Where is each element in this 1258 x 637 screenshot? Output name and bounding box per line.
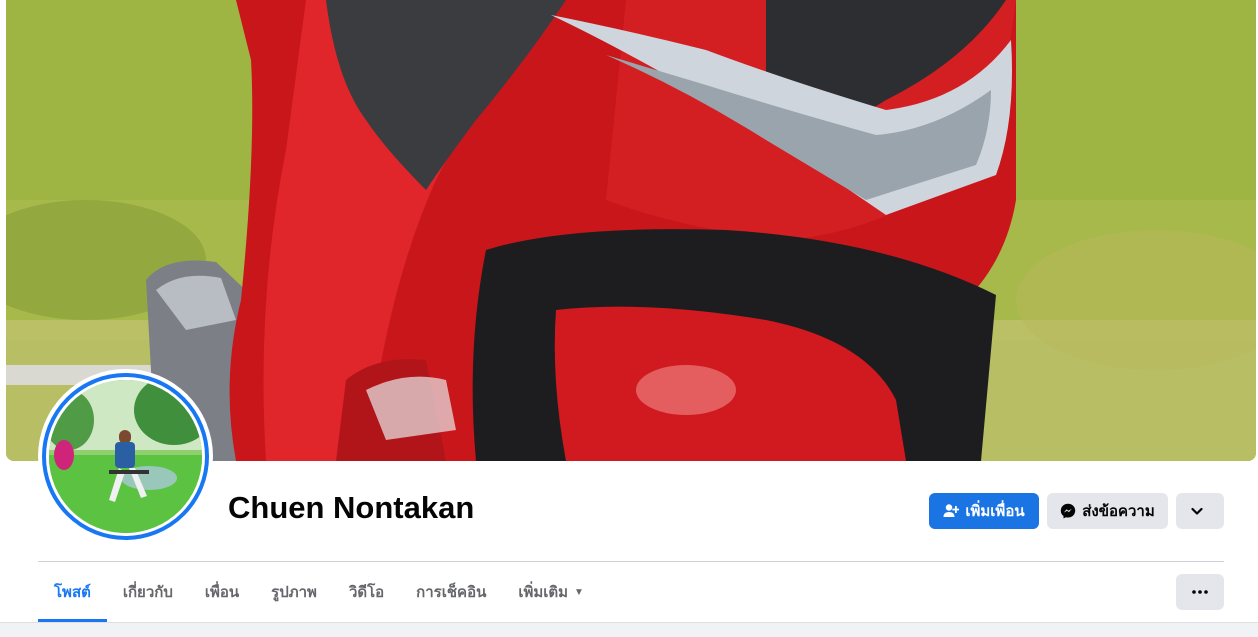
avatar-story-ring [42,373,209,540]
tab-label: วิดีโอ [348,584,385,601]
profile-name: Chuen Nontakan [228,490,475,525]
message-label: ส่งข้อความ [1082,503,1155,520]
chevron-down-icon [1191,507,1203,515]
cover-photo[interactable] [6,0,1256,461]
tab-label: โพสต์ [54,584,91,601]
message-button[interactable]: ส่งข้อความ [1047,493,1168,529]
tab-checkins[interactable]: การเช็คอิน [400,562,502,622]
tab-videos[interactable]: วิดีโอ [333,562,400,622]
add-friend-icon [943,504,960,517]
add-friend-label: เพิ่มเพื่อน [965,503,1025,520]
tab-posts[interactable]: โพสต์ [38,562,107,622]
tab-label: รูปภาพ [271,584,317,601]
avatar-photo [49,380,202,533]
tab-label: เกี่ยวกับ [122,584,173,601]
tab-about[interactable]: เกี่ยวกับ [107,562,189,622]
add-friend-button[interactable]: เพิ่มเพื่อน [929,493,1039,529]
caret-down-icon: ▼ [574,586,584,598]
tab-label: เพิ่มเติม [518,584,569,601]
cover-photo-artwork [6,0,1256,461]
tab-label: การเช็คอิน [416,584,487,601]
tab-photos[interactable]: รูปภาพ [255,562,333,622]
tab-friends[interactable]: เพื่อน [189,562,255,622]
profile-tabs: โพสต์ เกี่ยวกับ เพื่อน รูปภาพ วิดีโอ การ… [38,562,600,622]
profile-avatar[interactable] [38,369,213,544]
messenger-icon [1061,503,1076,519]
tab-label: เพื่อน [204,584,240,601]
tab-more[interactable]: เพิ่มเติม ▼ [502,562,600,622]
profile-more-button[interactable] [1176,493,1224,529]
ellipsis-icon [1192,590,1208,594]
overflow-menu-button[interactable] [1176,574,1224,610]
page-background-strip [0,622,1258,637]
